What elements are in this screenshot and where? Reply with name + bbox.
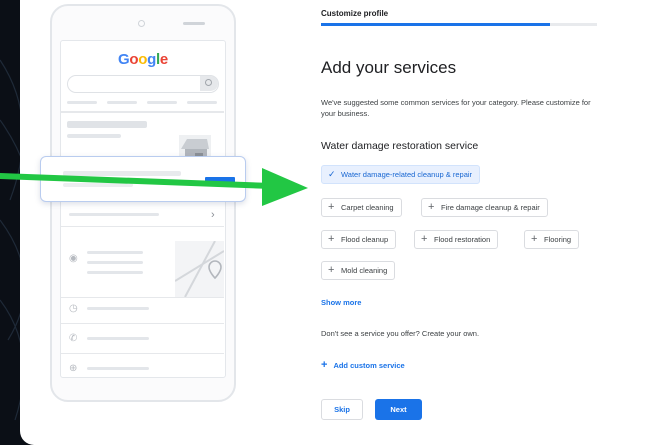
location-pin-icon: ◉ xyxy=(69,253,78,264)
skip-button[interactable]: Skip xyxy=(321,399,363,420)
plus-icon: + xyxy=(328,233,335,245)
phone-search-icon xyxy=(200,76,218,91)
phone-search-bar xyxy=(67,75,219,93)
phone-divider xyxy=(61,226,224,227)
phone-icon: ✆ xyxy=(69,333,78,344)
phone-business-name xyxy=(67,121,147,128)
progress-bar xyxy=(321,23,597,26)
next-button[interactable]: Next xyxy=(375,399,422,420)
phone-placeholder-line xyxy=(87,367,149,370)
chevron-right-icon: › xyxy=(211,209,215,221)
phone-tab-bar xyxy=(107,101,137,104)
plus-icon: + xyxy=(428,201,435,213)
phone-divider xyxy=(61,323,224,324)
logo-letter: G xyxy=(118,51,130,68)
progress-bar-fill xyxy=(321,23,551,26)
service-chip-fire-damage[interactable]: + Fire damage cleanup & repair xyxy=(421,198,548,217)
google-logo: Google xyxy=(61,51,225,68)
plus-icon: + xyxy=(421,233,428,245)
plus-icon: + xyxy=(321,359,328,371)
phone-business-sub xyxy=(67,134,121,138)
service-chip-flood-cleanup[interactable]: + Flood cleanup xyxy=(321,230,397,249)
logo-letter: o xyxy=(138,51,148,68)
phone-screen: Google ★★★★★ › ◉ ◷ xyxy=(60,40,226,378)
phone-speaker xyxy=(183,22,205,25)
phone-placeholder-line xyxy=(87,251,143,254)
service-chip-flood-restoration[interactable]: + Flood restoration xyxy=(414,230,499,249)
phone-placeholder-line xyxy=(87,337,149,340)
phone-placeholder-line xyxy=(87,261,143,264)
chip-label: Flooring xyxy=(544,235,572,244)
chip-label: Carpet cleaning xyxy=(341,203,394,212)
breadcrumb: Customize profile xyxy=(321,9,389,18)
green-arrow-icon xyxy=(0,168,308,206)
phone-divider xyxy=(61,111,224,113)
plus-icon: + xyxy=(328,264,335,276)
plus-icon: + xyxy=(328,201,335,213)
add-custom-service-label: Add custom service xyxy=(333,361,405,370)
clock-icon: ◷ xyxy=(69,303,78,314)
chip-label: Fire damage cleanup & repair xyxy=(441,203,540,212)
section-title: Water damage restoration service xyxy=(321,140,479,152)
phone-divider xyxy=(61,353,224,354)
phone-tab-bar xyxy=(67,101,97,104)
phone-placeholder-line xyxy=(69,213,159,216)
add-custom-service-link[interactable]: + Add custom service xyxy=(321,359,405,371)
map-thumbnail xyxy=(175,241,224,297)
create-own-text: Don't see a service you offer? Create yo… xyxy=(321,329,480,338)
phone-camera xyxy=(138,20,145,27)
phone-placeholder-line xyxy=(87,307,149,310)
service-chip-carpet-cleaning[interactable]: + Carpet cleaning xyxy=(321,198,402,217)
chip-label: Flood cleanup xyxy=(341,235,389,244)
plus-icon: + xyxy=(531,233,538,245)
logo-letter: g xyxy=(147,51,157,68)
logo-letter: o xyxy=(129,51,139,68)
phone-divider xyxy=(61,297,224,298)
phone-placeholder-line xyxy=(87,271,143,274)
service-chip-flooring[interactable]: + Flooring xyxy=(524,230,580,249)
check-icon: ✓ xyxy=(328,169,336,179)
chip-label: Flood restoration xyxy=(434,235,491,244)
logo-letter: e xyxy=(159,51,168,68)
service-chip-water-damage[interactable]: ✓ Water damage-related cleanup & repair xyxy=(321,165,481,184)
globe-icon: ⊕ xyxy=(69,363,78,374)
page-title: Add your services xyxy=(321,58,457,77)
show-more-link[interactable]: Show more xyxy=(321,298,361,307)
service-chip-mold-cleaning[interactable]: + Mold cleaning xyxy=(321,261,396,280)
page-description: We've suggested some common services for… xyxy=(321,98,591,118)
phone-tab-bar xyxy=(187,101,217,104)
phone-tab-bar xyxy=(147,101,177,104)
chip-label: Water damage-related cleanup & repair xyxy=(341,170,473,179)
chip-label: Mold cleaning xyxy=(341,266,388,275)
